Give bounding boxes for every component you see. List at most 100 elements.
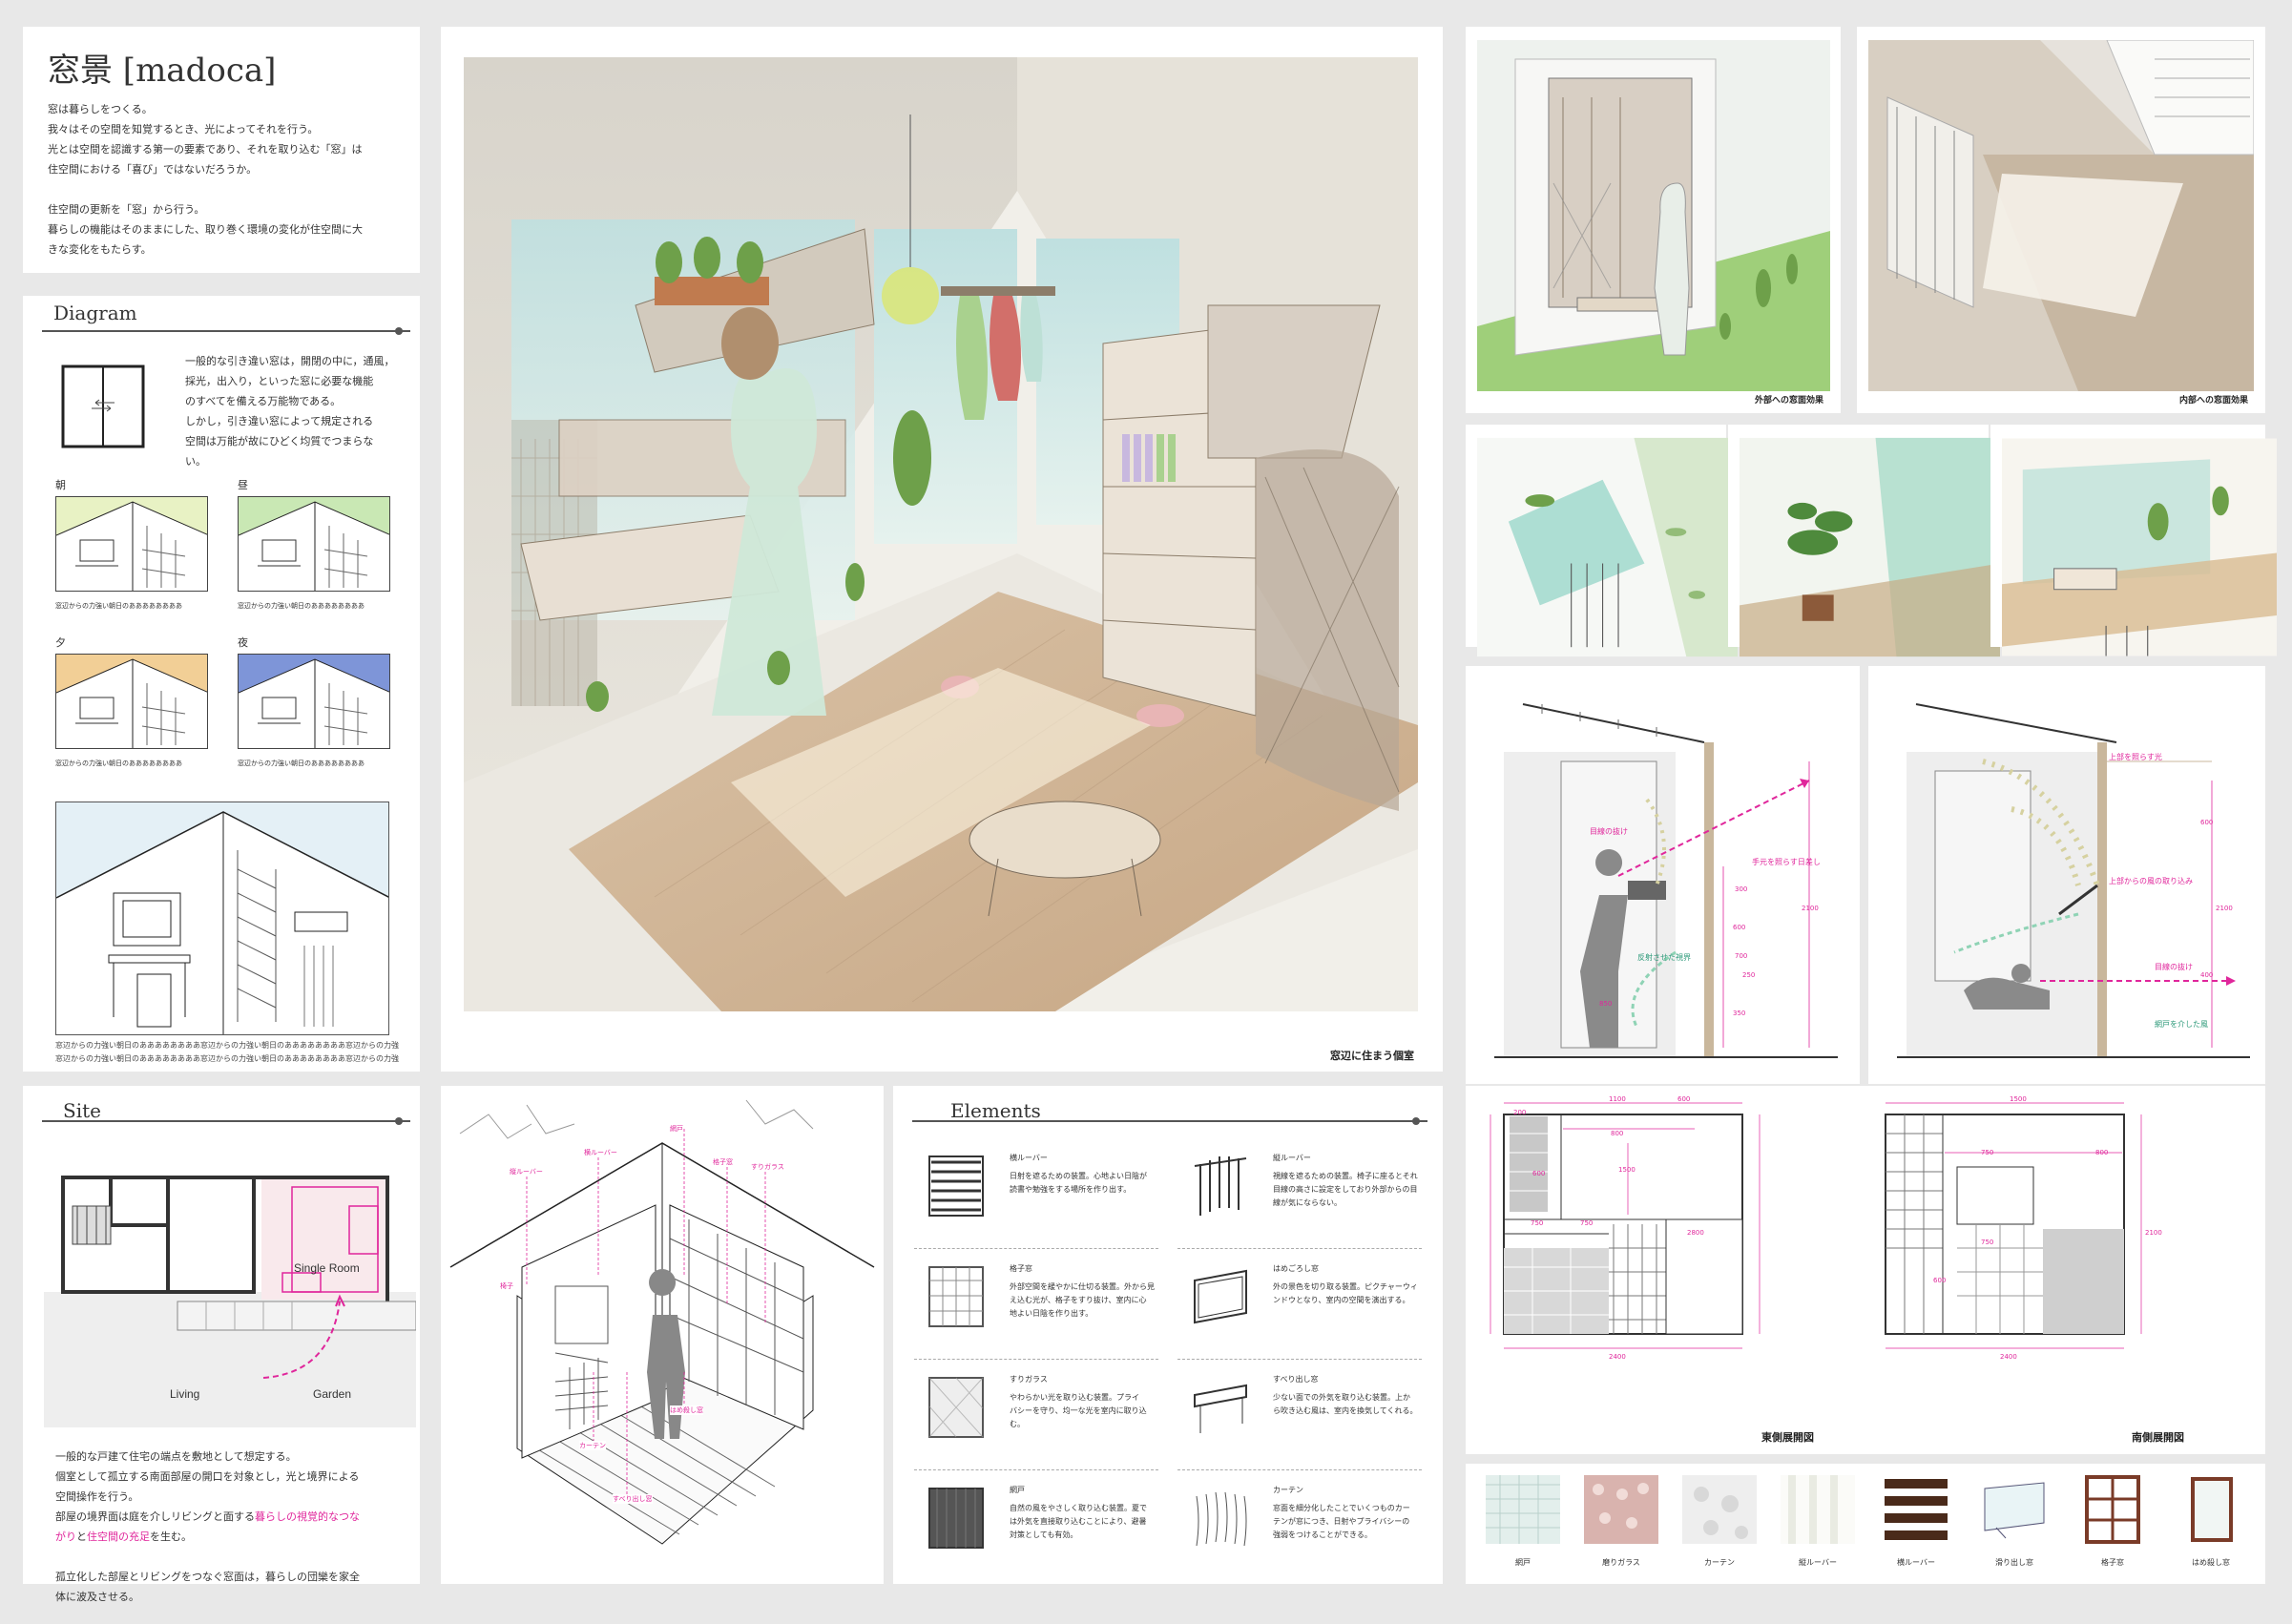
element-description-line: やわらかい光を取り込む装置。プライ — [1010, 1393, 1139, 1402]
site-text-post: を生む。 — [150, 1530, 192, 1543]
diagram-text-line: 一般的な引き違い窓は，開閉の中に，通風， — [185, 355, 395, 367]
material-swatch: 網戸 — [1477, 1475, 1569, 1580]
element-icon — [1191, 1265, 1248, 1328]
element-description-line: 窓面を細分化したことでいくつものカー — [1273, 1504, 1410, 1512]
element-item: はめごろし窓 外の景色を切り取る装置。ピクチャーウィ ンドウとなり、室内の空間を演出… — [1177, 1258, 1433, 1361]
time-of-day-cell: 朝 窓辺からの力強い朝日のああああああああ — [55, 477, 208, 620]
material-image — [1879, 1475, 1953, 1544]
intro-line: 暮らしの機能はそのままにした、取り巻く環境の変化が住空間に大 — [48, 223, 363, 236]
time-axon-drawing — [55, 496, 208, 592]
material-image — [1486, 1475, 1560, 1544]
exterior-effect-caption: 外部への窓面効果 — [1754, 396, 1823, 406]
element-icon — [927, 1487, 985, 1550]
element-name: すりガラス — [1010, 1375, 1048, 1384]
time-label: 夜 — [238, 636, 248, 649]
sliding-window-icon — [61, 364, 145, 448]
material-swatch: 縦ルーバー — [1772, 1475, 1864, 1580]
axon-label: 網戸 — [670, 1124, 683, 1134]
intro-line — [48, 179, 410, 199]
material-image — [1584, 1475, 1658, 1544]
site-highlight-1: 暮らしの視覚的なつな — [255, 1510, 360, 1523]
element-name: 横ルーバー — [1010, 1154, 1048, 1162]
site-text-pre: 部屋の境界面は庭を介しリビングと面する — [55, 1510, 255, 1523]
section-dimension: 250 — [1742, 971, 1756, 979]
elements-panel: Elements 横ルーバー 日射を遮るための装置。心地よい日陰が 読書や勉強をする… — [893, 1086, 1443, 1584]
section-annotation: 目線の抜け — [1590, 827, 1628, 836]
element-description-line: 少ない面での外気を取り込む装置。上か — [1273, 1393, 1410, 1402]
time-axon-drawing — [55, 654, 208, 749]
section-annotation: 手元を照らす日差し — [1752, 858, 1821, 866]
section-annotation: 上部からの風の取り込み — [2109, 877, 2193, 885]
exterior-effect-render — [1477, 40, 1830, 391]
element-divider — [1177, 1359, 1422, 1360]
section-annotation: 反射させた視界 — [1637, 953, 1691, 962]
element-description-line: テンが窓につき、日射やプライバシーの — [1273, 1517, 1410, 1526]
site-text-line: 個室として孤立する南面部屋の開口を対象とし，光と境界による — [55, 1470, 360, 1483]
axon-label: 格子窓 — [713, 1157, 733, 1167]
time-label: 夕 — [55, 636, 66, 649]
element-name: 格子窓 — [1010, 1264, 1032, 1273]
elevation-dimension: 1100 — [1609, 1095, 1626, 1103]
site-text: 一般的な戸建て住宅の端点を敷地として想定する。 個室として孤立する南面部屋の開口を… — [55, 1447, 408, 1607]
axon-label: すべり出し窓 — [613, 1494, 653, 1504]
time-caption: 窓辺からの力強い朝日のああああああああ — [55, 602, 182, 610]
element-name: 縦ルーバー — [1273, 1154, 1311, 1162]
element-divider — [914, 1359, 1158, 1360]
elevation-dimension: 2800 — [1687, 1229, 1704, 1237]
intro-line: 光とは空間を認識する第一の要素であり、それを取り込む「窓」は — [48, 143, 363, 156]
elevation-dimension: 2400 — [2000, 1353, 2017, 1361]
section-dimension: 400 — [2200, 971, 2214, 979]
elevation-dimension: 1500 — [1618, 1166, 1636, 1174]
heading-rule — [42, 1120, 410, 1122]
elevation-dimension: 750 — [1981, 1149, 1994, 1156]
element-icon — [1191, 1155, 1248, 1218]
diagram-heading: Diagram — [53, 302, 137, 324]
element-description: やわらかい光を取り込む装置。プライ バシーを守り、均一な光を室内に取り込 む。 — [1010, 1391, 1170, 1431]
element-description-line: ンドウとなり、室内の空間を演出する。 — [1273, 1296, 1410, 1304]
site-text-mid: と — [76, 1530, 87, 1543]
element-icon — [927, 1265, 985, 1328]
interior-effect-caption: 内部への窓面効果 — [2178, 396, 2248, 406]
site-text-line: 空間操作を行う。 — [55, 1490, 139, 1503]
element-description: 少ない面での外気を取り込む装置。上か ら吹き込む風は、室内を換気してくれる。 — [1273, 1391, 1433, 1418]
element-description-line: ら吹き込む風は、室内を換気してくれる。 — [1273, 1406, 1418, 1415]
axon-label: カーテン — [579, 1441, 606, 1450]
elevations-panel: 1100 600 800 200 750 750 2400 2800 1500 600 1500 75… — [1466, 1086, 2265, 1454]
heading-dot — [1412, 1117, 1420, 1125]
time-of-day-cell: 夜 窓辺からの力強い朝日のああああああああ — [238, 635, 390, 778]
element-icon — [927, 1376, 985, 1439]
elevation-dimension: 600 — [1933, 1277, 1947, 1284]
material-label: はめ殺し窓 — [2192, 1558, 2230, 1567]
time-caption: 窓辺からの力強い朝日のああああああああ — [238, 602, 365, 610]
material-swatch: 磨りガラス — [1575, 1475, 1667, 1580]
material-image — [2075, 1475, 2150, 1544]
element-description: 外部空間を緩やかに仕切る装置。外から見 え込む光が、格子をすり抜け、室内に心 地よい… — [1010, 1280, 1170, 1321]
element-description-line: は外気を直接取り込むことにより、避暑 — [1010, 1517, 1147, 1526]
time-of-day-cell: 夕 窓辺からの力強い朝日のああああああああ — [55, 635, 208, 778]
element-description: 日射を遮るための装置。心地よい日陰が 読書や勉強をする場所を作り出す。 — [1010, 1170, 1170, 1197]
intro-line: 窓は暮らしをつくる。 — [48, 103, 153, 115]
material-image — [2174, 1475, 2248, 1544]
site-label-room: Single Room — [294, 1261, 360, 1275]
element-divider — [914, 1469, 1158, 1470]
material-swatch: 横ルーバー — [1870, 1475, 1962, 1580]
element-description-line: 自然の風をやさしく取り込む装置。夏で — [1010, 1504, 1147, 1512]
material-swatch: 格子窓 — [2067, 1475, 2158, 1580]
diagram-text-line: しかし，引き違い窓によって規定される — [185, 415, 374, 427]
material-label: カーテン — [1704, 1558, 1735, 1567]
element-description-line: 線が気にならない。 — [1273, 1198, 1342, 1207]
axon-label: すりガラス — [751, 1162, 784, 1172]
large-axon-caption-2: 窓辺からの力強い朝日のああああああああ窓辺からの力強い朝日のああああああああ窓辺… — [55, 1054, 399, 1063]
large-axon-caption-1: 窓辺からの力強い朝日のああああああああ窓辺からの力強い朝日のああああああああ窓辺… — [55, 1041, 399, 1050]
element-description-line: 地よい日陰を作り出す。 — [1010, 1309, 1094, 1318]
elevation-dimension: 600 — [1532, 1170, 1546, 1177]
section-dimension: 700 — [1735, 952, 1748, 960]
section-dimension: 600 — [1733, 924, 1746, 931]
site-text-line: 孤立化した部屋とリビングをつなぐ窓面は，暮らしの団欒を家全 — [55, 1571, 360, 1583]
watercolor-thumb-1 — [1466, 425, 1738, 657]
site-text-line: 体に波及させる。 — [55, 1591, 139, 1603]
element-description: 外の景色を切り取る装置。ピクチャーウィ ンドウとなり、室内の空間を演出する。 — [1273, 1280, 1433, 1307]
material-swatch: 滑り出し窓 — [1969, 1475, 2060, 1580]
diagram-text: 一般的な引き違い窓は，開閉の中に，通風， 採光，出入り，といった窓に必要な機能 のす… — [185, 351, 414, 471]
elevation-dimension: 2100 — [2145, 1229, 2162, 1237]
